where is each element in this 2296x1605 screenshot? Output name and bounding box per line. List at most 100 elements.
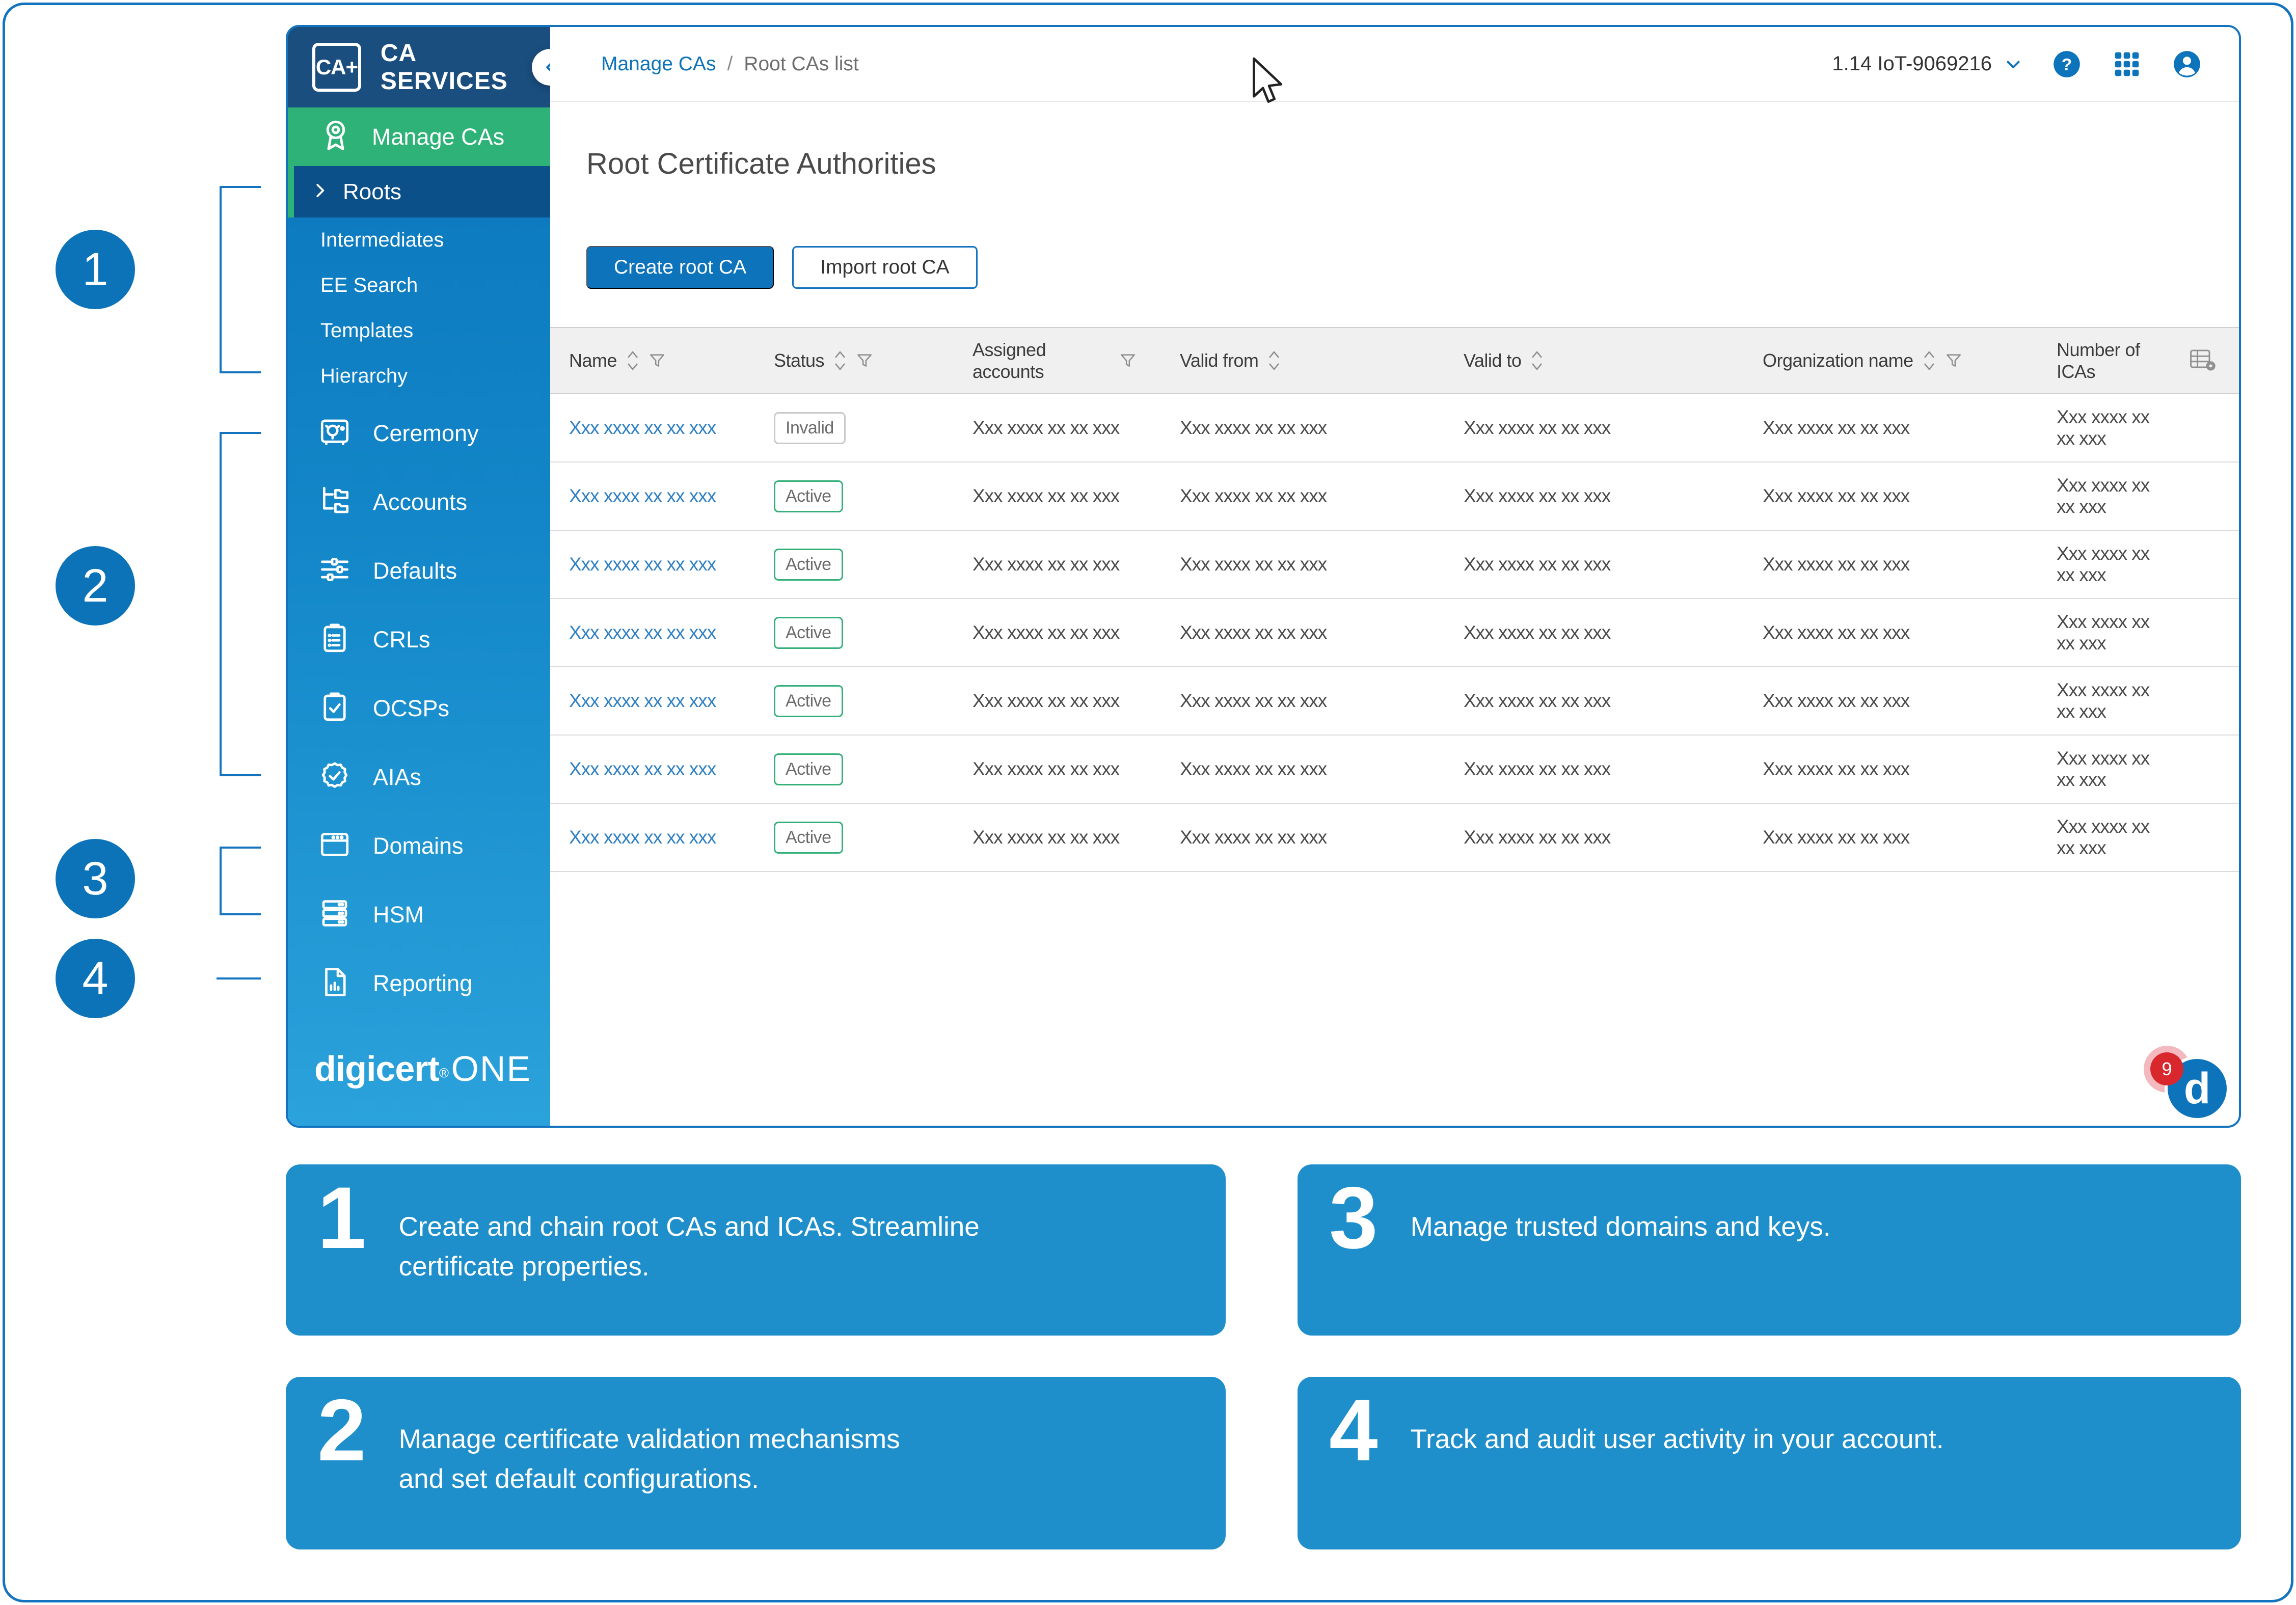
filter-icon[interactable]: [649, 351, 666, 370]
column-header-number-of-icas[interactable]: Number of ICAs: [2035, 339, 2167, 383]
apps-grid-button[interactable]: [2111, 48, 2143, 80]
ca-name-link[interactable]: Xxx xxxx xx xx xxx: [569, 827, 716, 848]
version-selector[interactable]: 1.14 IoT-9069216: [1832, 52, 2022, 75]
sort-icon[interactable]: [626, 349, 639, 372]
registered-mark: ®: [439, 1066, 449, 1081]
valid-to-cell: Xxx xxxx xx xx xxx: [1449, 827, 1734, 848]
sidebar-item-intermediates[interactable]: Intermediates: [288, 217, 550, 263]
ca-name-link[interactable]: Xxx xxxx xx xx xxx: [569, 758, 716, 779]
chevron-right-icon: [310, 181, 330, 203]
marker-number: 4: [82, 952, 108, 1005]
status-badge: Active: [774, 617, 843, 649]
breadcrumb-separator: /: [727, 53, 733, 75]
sidebar-item-label: HSM: [373, 902, 424, 928]
ca-name-link[interactable]: Xxx xxxx xx xx xxx: [569, 485, 716, 506]
chevron-down-icon: [2004, 55, 2022, 73]
status-badge: Active: [774, 753, 843, 785]
help-button[interactable]: ?: [2051, 48, 2083, 80]
sidebar-item-domains[interactable]: Domains: [288, 811, 550, 880]
sort-icon[interactable]: [1923, 349, 1936, 372]
sidebar-item-accounts[interactable]: Accounts: [288, 468, 550, 536]
content-area: Root Certificate Authorities Create root…: [550, 102, 2239, 1126]
column-header-valid-to[interactable]: Valid to: [1449, 349, 1734, 372]
callout-1: 1 Create and chain root CAs and ICAs. St…: [286, 1164, 1226, 1336]
topbar-right-cluster: 1.14 IoT-9069216 ?: [1832, 48, 2203, 80]
assigned-accounts-cell: Xxx xxxx xx xx xxx: [950, 417, 1158, 439]
number-of-icas-cell: Xxx xxxx xx xx xxx: [2035, 406, 2167, 449]
valid-from-cell: Xxx xxxx xx xx xxx: [1158, 554, 1449, 575]
account-button[interactable]: [2171, 48, 2203, 80]
annotation-bracket-3: [220, 847, 261, 915]
import-root-ca-button[interactable]: Import root CA: [792, 246, 978, 289]
sidebar-item-templates[interactable]: Templates: [288, 308, 550, 353]
chevron-left-icon: [542, 59, 550, 76]
filter-icon[interactable]: [1945, 351, 1962, 370]
table-row[interactable]: Xxx xxxx xx xx xxx Active Xxx xxxx xx xx…: [550, 736, 2239, 804]
organization-name-cell: Xxx xxxx xx xx xxx: [1734, 554, 2035, 575]
sidebar-item-ocsps[interactable]: OCSPs: [288, 674, 550, 743]
column-header-status[interactable]: Status: [761, 349, 950, 372]
sidebar-item-manage-cas[interactable]: Manage CAs: [288, 107, 550, 166]
callout-text: Track and audit user activity in your ac…: [1411, 1420, 1944, 1549]
sidebar-item-label: Roots: [343, 179, 401, 205]
table-settings-icon[interactable]: [2190, 349, 2216, 372]
sidebar-item-hsm[interactable]: HSM: [288, 880, 550, 949]
filter-icon[interactable]: [1119, 351, 1137, 370]
status-badge: Invalid: [774, 412, 846, 444]
ca-name-link[interactable]: Xxx xxxx xx xx xxx: [569, 417, 716, 438]
digicert-wordmark: digicert: [314, 1049, 439, 1089]
table-row[interactable]: Xxx xxxx xx xx xxx Invalid Xxx xxxx xx x…: [550, 394, 2239, 463]
table-row[interactable]: Xxx xxxx xx xx xxx Active Xxx xxxx xx xx…: [550, 599, 2239, 667]
sidebar-item-roots[interactable]: Roots: [294, 166, 550, 217]
column-label: Status: [774, 350, 824, 371]
table-row[interactable]: Xxx xxxx xx xx xxx Active Xxx xxxx xx xx…: [550, 667, 2239, 736]
sidebar-item-hierarchy[interactable]: Hierarchy: [288, 353, 550, 399]
ca-name-link[interactable]: Xxx xxxx xx xx xxx: [569, 622, 716, 643]
assigned-accounts-cell: Xxx xxxx xx xx xxx: [950, 690, 1158, 712]
column-label: Number of ICAs: [2057, 339, 2158, 383]
sort-icon[interactable]: [1267, 349, 1281, 372]
clipboard-check-icon: [318, 690, 352, 726]
sidebar-item-aias[interactable]: AIAs: [288, 743, 550, 811]
valid-from-cell: Xxx xxxx xx xx xxx: [1158, 622, 1449, 643]
ca-name-link[interactable]: Xxx xxxx xx xx xxx: [569, 554, 716, 575]
column-header-name[interactable]: Name: [550, 349, 761, 372]
ca-name-link[interactable]: Xxx xxxx xx xx xxx: [569, 690, 716, 711]
assigned-accounts-cell: Xxx xxxx xx xx xxx: [950, 622, 1158, 643]
column-header-valid-from[interactable]: Valid from: [1158, 349, 1449, 372]
sidebar-item-defaults[interactable]: Defaults: [288, 536, 550, 605]
sidebar-item-label: Accounts: [373, 489, 467, 515]
sidebar-item-ceremony[interactable]: Ceremony: [288, 399, 550, 468]
callout-number: 3: [1329, 1179, 1378, 1336]
table-row[interactable]: Xxx xxxx xx xx xxx Active Xxx xxxx xx xx…: [550, 463, 2239, 531]
user-avatar-icon: [2171, 48, 2203, 80]
action-buttons: Create root CA Import root CA: [586, 246, 2239, 289]
column-header-organization-name[interactable]: Organization name: [1734, 349, 2035, 372]
sort-icon[interactable]: [833, 349, 847, 372]
table-row[interactable]: Xxx xxxx xx xx xxx Active Xxx xxxx xx xx…: [550, 804, 2239, 872]
callout-text: Manage trusted domains and keys.: [1411, 1207, 1831, 1336]
create-root-ca-button[interactable]: Create root CA: [586, 246, 774, 289]
badge-check-icon: [318, 759, 352, 795]
svg-text:?: ?: [2062, 55, 2072, 74]
sidebar-item-crls[interactable]: CRLs: [288, 605, 550, 674]
sidebar-item-reporting[interactable]: Reporting: [288, 949, 550, 1018]
page-title: Root Certificate Authorities: [586, 147, 2239, 181]
sidebar-item-label: Reporting: [373, 970, 472, 997]
sidebar-item-label: CRLs: [373, 627, 430, 653]
sort-icon[interactable]: [1530, 349, 1544, 372]
filter-icon[interactable]: [856, 351, 873, 370]
assigned-accounts-cell: Xxx xxxx xx xx xxx: [950, 554, 1158, 575]
sidebar-header: CA+ CA SERVICES: [288, 27, 550, 107]
breadcrumb-manage-cas-link[interactable]: Manage CAs: [601, 53, 716, 75]
column-settings[interactable]: [2167, 349, 2239, 372]
table-row[interactable]: Xxx xxxx xx xx xxx Active Xxx xxxx xx xx…: [550, 531, 2239, 599]
status-badge: Active: [774, 549, 843, 581]
organization-name-cell: Xxx xxxx xx xx xxx: [1734, 485, 2035, 507]
status-badge: Active: [774, 822, 843, 854]
sidebar-item-ee-search[interactable]: EE Search: [288, 263, 550, 308]
apps-grid-icon: [2113, 50, 2141, 78]
annotation-bracket-2: [220, 432, 261, 776]
column-header-assigned-accounts[interactable]: Assigned accounts: [950, 339, 1158, 383]
valid-to-cell: Xxx xxxx xx xx xxx: [1449, 758, 1734, 780]
